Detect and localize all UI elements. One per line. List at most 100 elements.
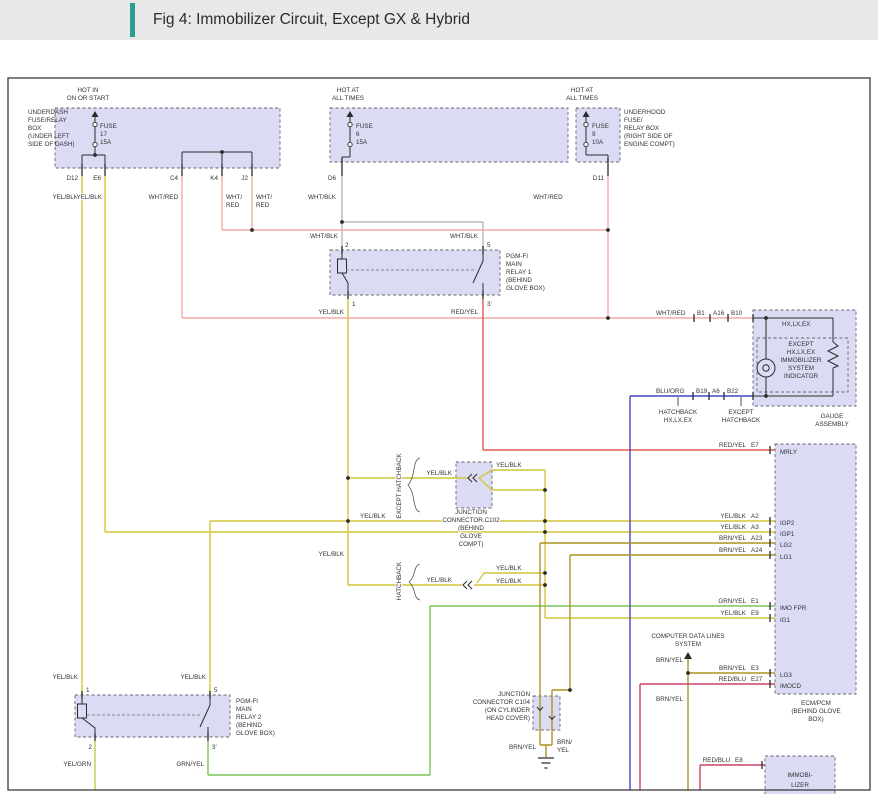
wire-label: WHT/RED <box>149 194 179 201</box>
wire-label: RED/BLU <box>719 676 747 683</box>
relay1-pin: 1 <box>352 301 356 308</box>
wire-label: BRN/YEL <box>719 665 746 672</box>
indicator-label: HX,LX,EX <box>787 349 816 356</box>
fuse6-label: 6 <box>356 131 360 138</box>
terminal-label: E8 <box>735 757 743 764</box>
fuse17-label: FUSE <box>100 123 117 130</box>
relay1-pin: 2 <box>345 242 349 249</box>
wiring-diagram-page: Fig 4: Immobilizer Circuit, Except GX & … <box>0 0 878 794</box>
fuse17-icon <box>93 122 97 126</box>
pgm-fi-relay2-box <box>75 695 230 737</box>
terminal-label: A16 <box>713 310 725 317</box>
relay1-name: RELAY 1 <box>506 269 532 276</box>
hot-in-label: HOT IN <box>77 87 99 94</box>
c104-name: (ON CYLINDER <box>485 707 531 714</box>
relay2-name: RELAY 2 <box>236 714 262 721</box>
wire-label: YEL/BLK <box>360 513 386 520</box>
wire-label: WHT/RED <box>533 194 563 201</box>
pin-label: C4 <box>170 175 179 182</box>
ecm-pin-name: IMOCD <box>780 683 801 690</box>
c104-name: JUNCTION <box>498 691 530 698</box>
fuse6-label: FUSE <box>356 123 373 130</box>
underdash-box-name: UNDERDASH <box>28 109 68 116</box>
wire-label: WHT/ <box>256 194 272 201</box>
indicator-label: IMMOBILIZER <box>781 357 822 364</box>
wire-label: WHT/BLK <box>450 233 479 240</box>
underdash-fuse-box <box>55 108 280 168</box>
c102-name: (BEHIND <box>458 525 484 532</box>
underhood-box-name: (RIGHT SIDE OF <box>624 133 673 140</box>
underhood-box-name: FUSE/ <box>624 117 643 124</box>
wire-label: RED <box>226 202 240 209</box>
wire-label: BRN/ <box>557 739 572 746</box>
terminal-label: B22 <box>727 388 739 395</box>
indicator-label: SYSTEM <box>788 365 814 372</box>
variant-label: EXCEPT <box>728 409 753 416</box>
wire-label: YEL/BLK <box>52 194 78 201</box>
indicator-label: INDICATOR <box>784 373 819 380</box>
wires-red-yel <box>483 299 775 450</box>
indicator-label: EXCEPT <box>788 341 813 348</box>
immobilizer-unit-name: IMMOBI- <box>787 772 812 779</box>
fuse9-label: 10A <box>592 139 604 146</box>
underdash-box-name: FUSE/RELAY <box>28 117 68 124</box>
wire-label: YEL/BLK <box>720 610 746 617</box>
data-lines-label: COMPUTER DATA LINES <box>651 633 724 640</box>
wiring-diagram: HOT IN ON OR START UNDERDASH FUSE/RELAY … <box>0 0 878 794</box>
wire-label: GRN/YEL <box>176 761 204 768</box>
hot-at-label: HOT AT <box>571 87 593 94</box>
wire-label: YEL/BLK <box>76 194 102 201</box>
relay1-pin: 3' <box>487 301 492 308</box>
c104-name: HEAD COVER) <box>486 715 530 722</box>
ecm-name: (BEHIND GLOVE <box>791 708 840 715</box>
terminal-label: E3 <box>751 665 759 672</box>
wire-label: BRN/YEL <box>719 535 746 542</box>
wire-label: YEL/BLK <box>52 674 78 681</box>
relay-mechanical-links <box>87 270 474 715</box>
terminal-label: E27 <box>751 676 763 683</box>
wire-label: BRN/YEL <box>719 547 746 554</box>
hot-at-label: ALL TIMES <box>332 95 364 102</box>
relay2-pin: 2 <box>88 744 92 751</box>
terminal-label: B19 <box>696 388 708 395</box>
data-lines-label: SYSTEM <box>675 641 701 648</box>
wire-label: YEL/BLK <box>496 565 522 572</box>
underhood-box-name: RELAY BOX <box>624 125 660 132</box>
ecm-pin-name: IMO FPR <box>780 605 807 612</box>
hot-in-label: ON OR START <box>67 95 110 102</box>
ground-symbol <box>538 758 554 768</box>
terminal-label: E9 <box>751 610 759 617</box>
relay1-name: (BEHIND <box>506 277 532 284</box>
c104-name: CONNECTOR C104 <box>473 699 531 706</box>
wire-label: RED <box>256 202 270 209</box>
junction-c104-box <box>533 696 560 730</box>
ecm-pin-name: LG1 <box>780 554 792 561</box>
terminal-label: B10 <box>731 310 743 317</box>
gauge-name: GAUGE <box>821 413 844 420</box>
wire-label: GRN/YEL <box>718 598 746 605</box>
component-boxes <box>55 108 856 794</box>
relay2-name: GLOVE BOX) <box>236 730 275 737</box>
underdash-box-name: BOX <box>28 125 42 132</box>
ecm-name: ECM/PCM <box>801 700 831 707</box>
pin-label: K4 <box>210 175 218 182</box>
ecm-pin-name: MRLY <box>780 449 798 456</box>
underhood-fuse-box-main <box>330 108 568 162</box>
variant-braces <box>408 458 420 600</box>
variant-label: HX,LX,EX <box>664 417 693 424</box>
underhood-box-name: ENGINE COMPT) <box>624 141 675 148</box>
ecm-name: BOX) <box>808 716 823 723</box>
ecm-pin-name: IGP1 <box>780 531 795 538</box>
wire-label: YEL/BLK <box>720 513 746 520</box>
hot-at-label: HOT AT <box>337 87 359 94</box>
wire-label: YEL/BLK <box>496 462 522 469</box>
underdash-box-name: SIDE OF DASH) <box>28 141 75 148</box>
ecm-pcm-box <box>775 444 856 694</box>
variant-label-vertical: HATCHBACK <box>396 561 403 600</box>
wire-label: WHT/BLK <box>308 194 337 201</box>
wire-label: YEL <box>557 747 569 754</box>
gauge-trim-label: HX,LX,EX <box>782 321 811 328</box>
relay2-name: (BEHIND <box>236 722 262 729</box>
relay1-pin: 5 <box>487 242 491 249</box>
terminal-label: A6 <box>712 388 720 395</box>
